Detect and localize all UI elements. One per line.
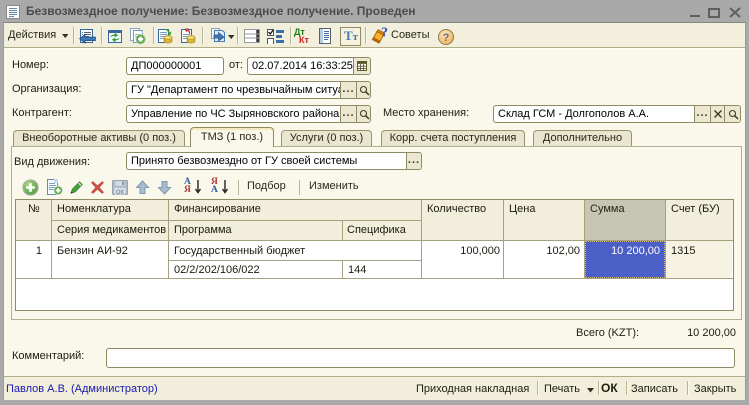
svg-text:ОК: ОК [116,190,125,196]
svg-text:?: ? [443,32,450,44]
svg-text:?: ? [381,26,388,41]
